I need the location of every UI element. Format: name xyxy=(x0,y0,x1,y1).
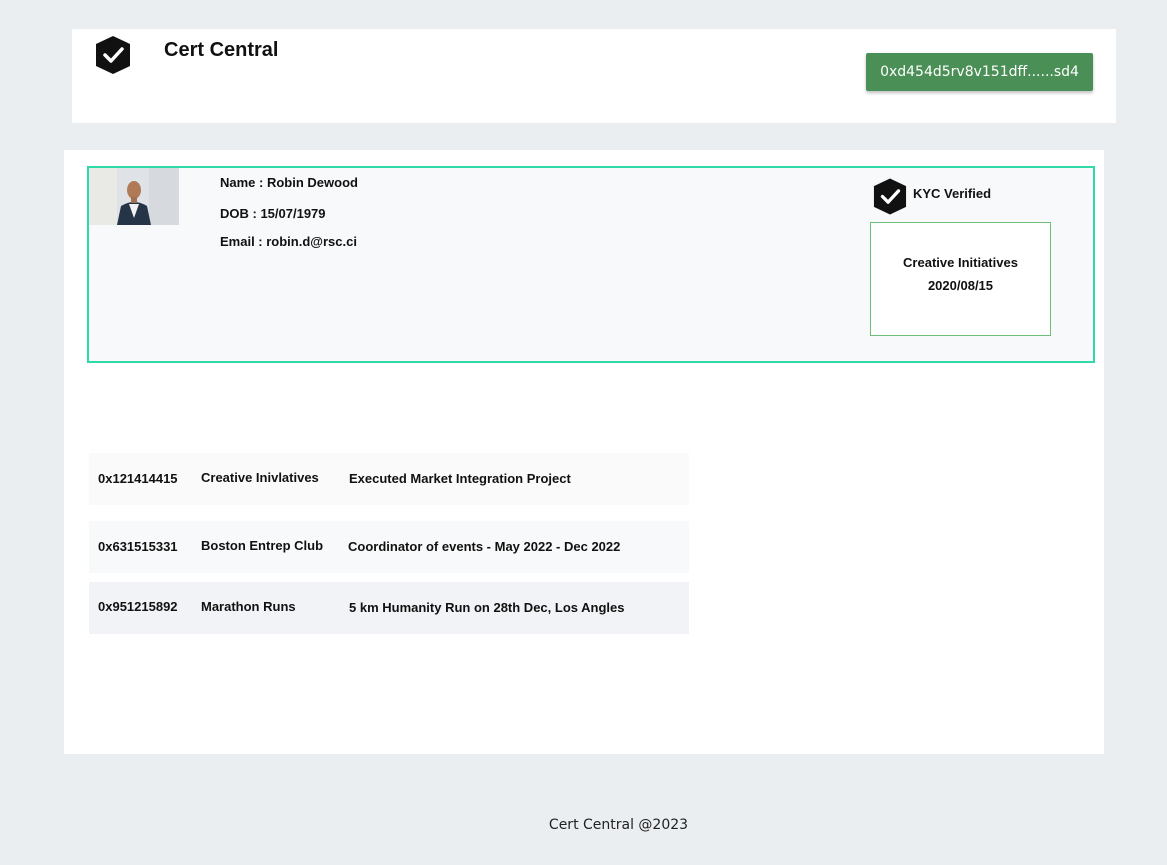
record-organization: Boston Entrep Club xyxy=(201,538,324,553)
profile-email: Email : robin.d@rsc.ci xyxy=(220,234,357,249)
certificate-card[interactable]: Creative Initiatives 2020/08/15 xyxy=(870,222,1051,336)
record-description: Executed Market Integration Project xyxy=(349,471,571,486)
wallet-address-button[interactable]: 0xd454d5rv8v151dff......sd4 xyxy=(866,53,1093,91)
app-title: Cert Central xyxy=(164,39,279,61)
profile-card: Name : Robin Dewood DOB : 15/07/1979 Ema… xyxy=(87,166,1095,363)
app-header: Cert Central 0xd454d5rv8v151dff......sd4 xyxy=(72,29,1116,123)
record-organization: Marathon Runs xyxy=(201,599,296,614)
record-description: 5 km Humanity Run on 28th Dec, Los Angle… xyxy=(349,600,625,615)
table-row[interactable]: 0x631515331 Boston Entrep Club Coordinat… xyxy=(89,521,689,573)
footer-copyright: Cert Central @2023 xyxy=(548,817,689,833)
avatar xyxy=(89,168,179,225)
certificate-date: 2020/08/15 xyxy=(927,278,994,293)
profile-dob: DOB : 15/07/1979 xyxy=(220,206,326,221)
table-row[interactable]: 0x121414415 Creative Inivlatives Execute… xyxy=(89,453,689,505)
profile-name: Name : Robin Dewood xyxy=(220,175,358,190)
record-id: 0x631515331 xyxy=(98,539,178,554)
table-row[interactable]: 0x951215892 Marathon Runs 5 km Humanity … xyxy=(89,582,689,634)
record-id: 0x951215892 xyxy=(98,599,178,614)
shield-check-icon xyxy=(96,36,130,74)
certificate-organization: Creative Initiatives xyxy=(903,255,1018,270)
shield-check-icon xyxy=(873,178,907,215)
record-description: Coordinator of events - May 2022 - Dec 2… xyxy=(348,539,621,554)
record-id: 0x121414415 xyxy=(98,471,178,486)
main-content: Name : Robin Dewood DOB : 15/07/1979 Ema… xyxy=(64,150,1104,754)
kyc-status-label: KYC Verified xyxy=(913,186,992,201)
record-organization: Creative Inivlatives xyxy=(201,470,319,485)
